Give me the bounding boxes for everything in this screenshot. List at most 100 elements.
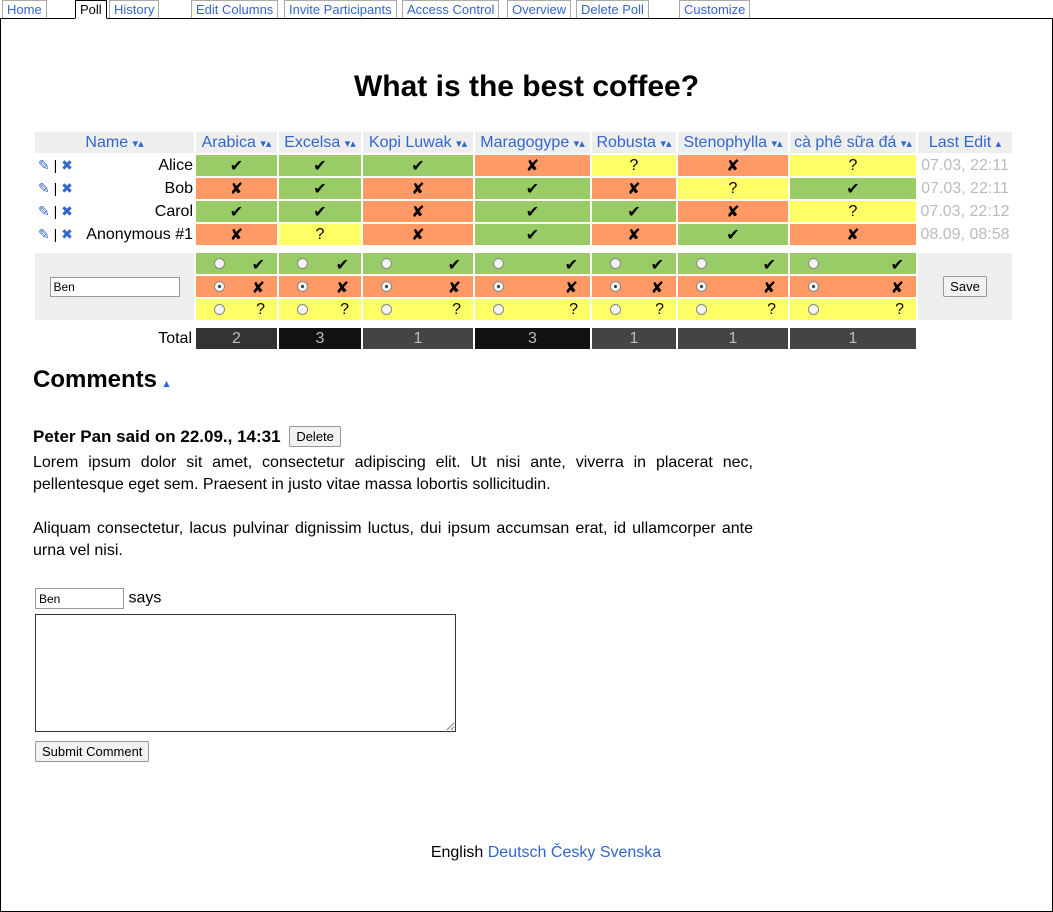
pencil-icon[interactable]: ✎ — [38, 180, 50, 196]
radio-button[interactable] — [297, 281, 308, 292]
row-actions: ✎ | ✖ — [35, 226, 73, 243]
vote-option-yes[interactable]: ✔ — [678, 253, 788, 274]
vote-cell: ? — [790, 155, 916, 176]
sort-arrows-icon: ▾▴ — [771, 137, 783, 150]
column-header[interactable]: Maragogype ▾▴ — [475, 132, 590, 153]
name-column-header[interactable]: Name ▾▴ — [35, 132, 194, 153]
comment-name-input[interactable] — [35, 588, 124, 609]
no-symbol: ✘ — [890, 280, 904, 297]
vote-option-no[interactable]: ✘ — [790, 276, 916, 297]
save-button[interactable]: Save — [943, 276, 987, 297]
column-header[interactable]: Stenophylla ▾▴ — [678, 132, 788, 153]
radio-button[interactable] — [808, 304, 819, 315]
separator: | — [53, 179, 58, 196]
delete-x-icon[interactable]: ✖ — [61, 157, 73, 173]
tab-overview[interactable]: Overview — [507, 0, 572, 19]
vote-option-maybe[interactable]: ? — [279, 299, 361, 320]
radio-button[interactable] — [696, 281, 707, 292]
tab-edit-columns[interactable]: Edit Columns — [191, 0, 279, 19]
pencil-icon[interactable]: ✎ — [38, 203, 50, 219]
tab-poll[interactable]: Poll — [75, 0, 107, 19]
delete-x-icon[interactable]: ✖ — [61, 180, 73, 196]
submit-comment-button[interactable]: Submit Comment — [35, 741, 150, 762]
vote-option-yes[interactable]: ✔ — [475, 253, 590, 274]
vote-option-yes[interactable]: ✔ — [279, 253, 361, 274]
vote-option-maybe[interactable]: ? — [475, 299, 590, 320]
delete-comment-button[interactable]: Delete — [289, 426, 341, 447]
tab-home[interactable]: Home — [2, 0, 47, 19]
vote-option-no[interactable]: ✘ — [592, 276, 676, 297]
vote-cell: ✘ — [678, 201, 788, 222]
spacer — [35, 247, 1012, 251]
vote-option-maybe[interactable]: ? — [196, 299, 277, 320]
vote-cell: ✔ — [475, 201, 590, 222]
tab-delete-poll[interactable]: Delete Poll — [576, 0, 649, 19]
pencil-icon[interactable]: ✎ — [38, 157, 50, 173]
last-edit-time: 07.03, 22:12 — [920, 202, 1010, 220]
vote-option-maybe[interactable]: ? — [592, 299, 676, 320]
vote-option-no[interactable]: ✘ — [678, 276, 788, 297]
vote-option-no[interactable]: ✘ — [279, 276, 361, 297]
delete-x-icon[interactable]: ✖ — [61, 203, 73, 219]
radio-button[interactable] — [381, 281, 392, 292]
vote-option-yes[interactable]: ✔ — [196, 253, 277, 274]
vote-cell: ✔ — [279, 201, 361, 222]
participant-row: ✎ | ✖ Carol ✔ ✔ ✘ ✔ ✔ ✘? 07.03, 22:12 — [35, 201, 1012, 222]
tab-history[interactable]: History — [109, 0, 160, 19]
column-header-label: Kopi Luwak — [368, 133, 452, 151]
total-label: Total — [158, 329, 192, 347]
vote-option-no[interactable]: ✘ — [363, 276, 473, 297]
radio-button[interactable] — [381, 304, 392, 315]
radio-button[interactable] — [696, 304, 707, 315]
comments-sort-icon[interactable]: ▴ — [164, 378, 170, 390]
pencil-icon[interactable]: ✎ — [38, 226, 50, 242]
tab-customize[interactable]: Customize — [679, 0, 751, 19]
radio-button[interactable] — [610, 304, 621, 315]
radio-button[interactable] — [493, 281, 504, 292]
radio-button[interactable] — [493, 304, 504, 315]
delete-x-icon[interactable]: ✖ — [61, 226, 73, 242]
column-header[interactable]: Arabica ▾▴ — [196, 132, 277, 153]
vote-option-maybe[interactable]: ? — [363, 299, 473, 320]
language-link-cesky[interactable]: Česky — [551, 844, 595, 861]
column-header[interactable]: Kopi Luwak ▾▴ — [363, 132, 473, 153]
radio-button[interactable] — [808, 258, 819, 269]
separator: | — [53, 156, 58, 173]
last-edit-time: 07.03, 22:11 — [921, 156, 1009, 174]
vote-option-maybe[interactable]: ? — [790, 299, 916, 320]
vote-option-maybe[interactable]: ? — [678, 299, 788, 320]
radio-button[interactable] — [493, 258, 504, 269]
vote-option-no[interactable]: ✘ — [475, 276, 590, 297]
radio-button[interactable] — [610, 281, 621, 292]
radio-button[interactable] — [610, 258, 621, 269]
vote-option-no[interactable]: ✘ — [196, 276, 277, 297]
vote-option-yes[interactable]: ✔ — [790, 253, 916, 274]
language-link-svenska[interactable]: Svenska — [600, 844, 661, 861]
empty-cell — [918, 328, 1012, 349]
column-header-label: Maragogype — [480, 133, 570, 151]
row-actions: ✎ | ✖ — [35, 180, 73, 197]
language-selector: English Deutsch Česky Svenska — [0, 844, 1053, 862]
radio-button[interactable] — [381, 258, 392, 269]
column-header-label: cà phê sữa đá — [794, 133, 897, 151]
vote-option-yes[interactable]: ✔ — [592, 253, 676, 274]
radio-button[interactable] — [808, 281, 819, 292]
language-link-deutsch[interactable]: Deutsch — [488, 844, 547, 861]
radio-button[interactable] — [696, 258, 707, 269]
radio-button[interactable] — [297, 304, 308, 315]
last-edit-column-header[interactable]: Last Edit ▴ — [918, 132, 1012, 153]
column-header[interactable]: cà phê sữa đá ▾▴ — [790, 132, 916, 153]
sort-arrows-icon: ▾▴ — [260, 137, 272, 150]
tab-invite-participants[interactable]: Invite Participants — [284, 0, 397, 19]
radio-button[interactable] — [214, 281, 225, 292]
participant-name-input[interactable] — [49, 276, 180, 297]
radio-button[interactable] — [214, 258, 225, 269]
vote-option-yes[interactable]: ✔ — [363, 253, 473, 274]
radio-button[interactable] — [297, 258, 308, 269]
comment-textarea[interactable] — [35, 614, 456, 732]
column-header[interactable]: Excelsa ▾▴ — [279, 132, 361, 153]
radio-button[interactable] — [214, 304, 225, 315]
tab-access-control[interactable]: Access Control — [402, 0, 500, 19]
vote-cell: ? — [678, 178, 788, 199]
column-header[interactable]: Robusta ▾▴ — [592, 132, 676, 153]
